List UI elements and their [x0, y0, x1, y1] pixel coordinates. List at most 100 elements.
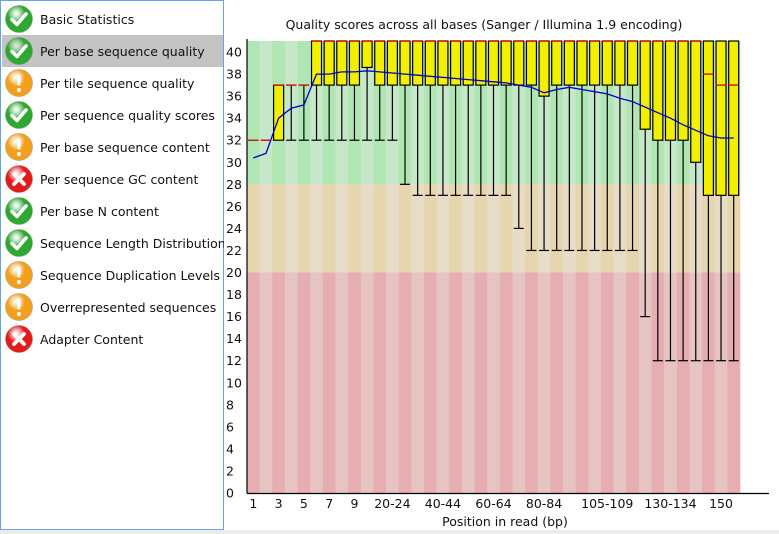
- box: [500, 40, 512, 86]
- module-item-label: Per base sequence content: [40, 139, 210, 155]
- y-tick-label: 28: [226, 177, 242, 192]
- check-icon: [4, 36, 34, 66]
- box: [487, 40, 500, 86]
- module-item-label: Per base N content: [40, 203, 159, 219]
- band-poor: [259, 272, 273, 493]
- module-item-per-tile-sequence-quality[interactable]: Per tile sequence quality: [2, 67, 223, 99]
- band-poor: [512, 272, 526, 493]
- y-tick-label: 34: [226, 111, 242, 126]
- x-tick-label: 80-84: [526, 496, 562, 511]
- band-reasonable: [348, 184, 362, 273]
- band-poor: [310, 272, 324, 493]
- fail-icon: [4, 164, 34, 194]
- band-reasonable: [423, 184, 437, 273]
- x-tick-label: 5: [300, 496, 308, 511]
- band-good: [259, 41, 273, 185]
- x-tick-label: 105-109: [581, 496, 633, 511]
- band-reasonable: [436, 184, 450, 273]
- check-icon: [4, 4, 34, 34]
- box: [513, 40, 525, 86]
- box: [273, 84, 285, 141]
- box: [639, 40, 651, 130]
- band-poor: [499, 272, 513, 493]
- y-tick-label: 8: [226, 397, 234, 412]
- module-item-per-base-sequence-content[interactable]: Per base sequence content: [2, 131, 223, 163]
- quality-boxplot-chart: Quality scores across all bases (Sanger …: [226, 17, 769, 529]
- module-item-per-sequence-quality-scores[interactable]: Per sequence quality scores: [2, 99, 223, 131]
- module-item-per-sequence-gc-content[interactable]: Per sequence GC content: [2, 163, 223, 195]
- box: [614, 40, 626, 86]
- check-icon: [4, 228, 34, 258]
- band-poor: [550, 272, 564, 493]
- box: [626, 40, 639, 86]
- band-reasonable: [310, 184, 324, 273]
- band-poor: [411, 272, 425, 493]
- band-poor: [297, 272, 311, 493]
- module-item-adapter-content[interactable]: Adapter Content: [2, 323, 223, 355]
- box: [424, 40, 436, 86]
- box: [361, 40, 373, 69]
- module-item-label: Overrepresented sequences: [40, 299, 217, 315]
- box: [664, 40, 677, 141]
- box: [437, 40, 449, 86]
- box: [690, 40, 702, 163]
- band-reasonable: [487, 184, 501, 273]
- module-item-label: Per base sequence quality: [40, 43, 205, 59]
- x-tick-label: 7: [325, 496, 333, 511]
- band-poor: [487, 272, 501, 493]
- y-tick-label: 6: [226, 419, 234, 434]
- check-icon: [4, 196, 34, 226]
- box: [652, 40, 664, 141]
- band-poor: [525, 272, 539, 493]
- band-poor: [588, 272, 602, 493]
- warning-icon: [4, 292, 34, 322]
- x-tick-label: 40-44: [425, 496, 461, 511]
- box: [412, 40, 424, 86]
- y-tick-label: 10: [226, 375, 242, 390]
- check-icon: [4, 100, 34, 130]
- band-poor: [613, 272, 627, 493]
- y-tick-label: 22: [226, 243, 242, 258]
- x-tick-label: 130-134: [644, 496, 696, 511]
- warning-icon: [4, 260, 34, 290]
- module-item-per-base-n-content[interactable]: Per base N content: [2, 195, 223, 227]
- box: [310, 40, 323, 86]
- box: [374, 40, 386, 86]
- band-reasonable: [335, 184, 349, 273]
- box: [563, 40, 575, 86]
- band-poor: [284, 272, 298, 493]
- y-tick-label: 0: [226, 486, 234, 501]
- box: [538, 40, 550, 97]
- band-reasonable: [373, 184, 387, 273]
- band-reasonable: [411, 184, 425, 273]
- x-tick-label: 3: [275, 496, 283, 511]
- band-poor: [626, 272, 640, 493]
- band-reasonable: [386, 184, 399, 273]
- module-item-sequence-duplication-levels[interactable]: Sequence Duplication Levels: [2, 259, 223, 291]
- band-poor: [449, 272, 463, 493]
- band-reasonable: [247, 184, 260, 273]
- box: [462, 40, 474, 86]
- y-tick-label: 2: [226, 463, 234, 478]
- band-poor: [322, 272, 336, 493]
- y-tick-label: 40: [226, 45, 242, 60]
- band-poor: [398, 272, 412, 493]
- box: [323, 40, 335, 86]
- x-axis-label: Position in read (bp): [442, 514, 568, 529]
- module-item-per-base-sequence-quality[interactable]: Per base sequence quality: [2, 35, 223, 67]
- band-poor: [373, 272, 387, 493]
- band-poor: [335, 272, 349, 493]
- band-good: [247, 41, 260, 185]
- module-item-overrepresented-sequences[interactable]: Overrepresented sequences: [2, 291, 223, 323]
- band-poor: [272, 272, 286, 493]
- band-poor: [436, 272, 450, 493]
- y-tick-label: 36: [226, 89, 242, 104]
- band-reasonable: [360, 184, 374, 273]
- chart-panel: Quality scores across all bases (Sanger …: [224, 0, 779, 530]
- module-item-basic-statistics[interactable]: Basic Statistics: [2, 3, 223, 35]
- band-poor: [247, 272, 260, 493]
- module-item-sequence-length-distribution[interactable]: Sequence Length Distribution: [2, 227, 226, 259]
- box: [348, 40, 361, 86]
- fail-icon: [4, 324, 34, 354]
- y-tick-label: 14: [226, 331, 242, 346]
